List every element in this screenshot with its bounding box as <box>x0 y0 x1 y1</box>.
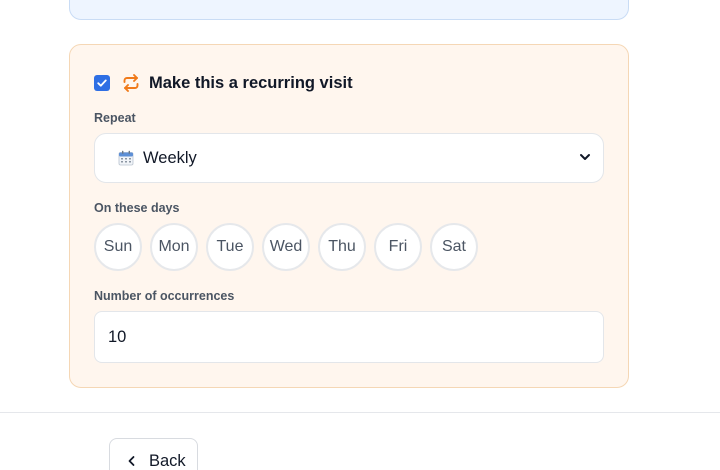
occurrences-label: Number of occurrences <box>94 289 235 303</box>
recurring-checkbox[interactable] <box>94 75 110 91</box>
footer-divider <box>0 412 720 413</box>
day-thu[interactable]: Thu <box>318 223 366 271</box>
day-fri[interactable]: Fri <box>374 223 422 271</box>
repeat-select[interactable]: Weekly <box>94 133 604 183</box>
previous-card <box>69 0 629 20</box>
day-sat[interactable]: Sat <box>430 223 478 271</box>
check-icon <box>97 79 107 87</box>
back-button[interactable]: Back <box>109 438 198 470</box>
day-wed[interactable]: Wed <box>262 223 310 271</box>
repeat-select-value: Weekly <box>143 148 197 167</box>
calendar-icon <box>118 150 134 166</box>
occurrences-input[interactable]: 10 <box>94 311 604 363</box>
repeat-label: Repeat <box>94 111 136 125</box>
recurring-toggle-row[interactable]: Make this a recurring visit <box>94 73 353 93</box>
recurring-title: Make this a recurring visit <box>149 73 353 92</box>
recurring-visit-card: Make this a recurring visit Repeat Weekl… <box>69 44 629 388</box>
back-button-label: Back <box>149 452 186 470</box>
repeat-icon <box>121 73 141 93</box>
chevron-down-icon <box>580 154 590 160</box>
day-sun[interactable]: Sun <box>94 223 142 271</box>
day-selector: Sun Mon Tue Wed Thu Fri Sat <box>94 223 478 271</box>
days-label: On these days <box>94 201 180 215</box>
chevron-left-icon <box>128 456 135 466</box>
day-mon[interactable]: Mon <box>150 223 198 271</box>
day-tue[interactable]: Tue <box>206 223 254 271</box>
